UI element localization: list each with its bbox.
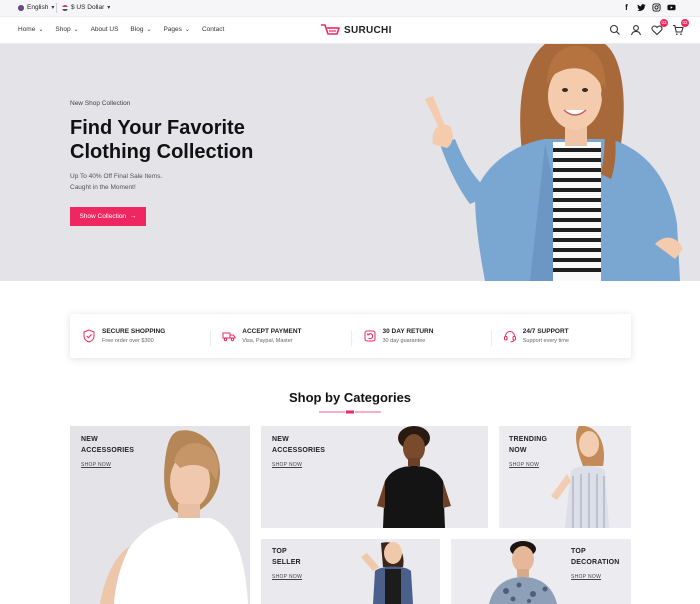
category-card[interactable]: TOP SELLER SHOP NOW bbox=[261, 539, 440, 604]
nav-item-contact[interactable]: Contact bbox=[202, 26, 224, 33]
nav-label: Blog bbox=[130, 26, 144, 33]
feature-subtitle: Support every time bbox=[522, 338, 569, 344]
category-model-image bbox=[100, 430, 248, 604]
logo-icon bbox=[321, 24, 340, 35]
feature-subtitle: 30 day guarantee bbox=[382, 338, 426, 344]
section-title: Shop by Categories bbox=[288, 390, 412, 405]
features-bar: SECURE SHOPPING Free order over $300 ACC… bbox=[70, 314, 631, 358]
category-model-image bbox=[489, 541, 557, 604]
currency-selector[interactable]: $ US Dollar ▾ bbox=[62, 4, 110, 11]
feature-title: 24/7 SUPPORT bbox=[522, 328, 569, 335]
feature-accept-payment: ACCEPT PAYMENT Visa, Paypal, Master bbox=[210, 328, 350, 346]
nav-label: About US bbox=[90, 26, 119, 33]
chevron-down-icon: ▾ bbox=[107, 5, 111, 11]
nav-item-pages[interactable]: Pages ⌄ bbox=[163, 26, 189, 33]
truck-icon bbox=[222, 332, 236, 342]
nav-label: Pages bbox=[163, 26, 182, 33]
divider bbox=[56, 3, 57, 13]
currency-label: $ US Dollar bbox=[71, 4, 105, 11]
hero-model-image bbox=[425, 44, 683, 281]
logo-text: SURUCHI bbox=[344, 24, 392, 36]
facebook-icon[interactable]: f bbox=[622, 3, 631, 12]
category-model-image bbox=[361, 542, 413, 604]
site-logo[interactable]: SURUCHI bbox=[320, 23, 392, 37]
feature-title: SECURE SHOPPING bbox=[102, 328, 166, 335]
chevron-down-icon: ⌄ bbox=[73, 27, 79, 33]
nav-item-about[interactable]: About US bbox=[91, 26, 119, 33]
category-model-image bbox=[551, 426, 609, 528]
hero-subtitle: Up To 40% Off Final Sale Items. Caught i… bbox=[70, 171, 230, 193]
flag-icon bbox=[62, 4, 68, 11]
show-collection-button[interactable]: Show Collection → bbox=[70, 207, 146, 226]
language-selector[interactable]: English ▾ bbox=[18, 4, 54, 11]
hero-subtitle-line: Caught in the Moment! bbox=[70, 184, 136, 191]
category-card[interactable]: NEW ACCESSORIES SHOP NOW bbox=[70, 426, 250, 604]
flag-icon bbox=[18, 4, 24, 11]
main-header: Home ⌄ Shop ⌄ About US Blog ⌄ Pages ⌄ Co… bbox=[0, 17, 700, 44]
feature-secure-shopping: SECURE SHOPPING Free order over $300 bbox=[70, 328, 210, 344]
search-icon[interactable] bbox=[609, 23, 621, 35]
hero-title: Find Your Favorite Clothing Collection bbox=[70, 117, 254, 163]
language-label: English bbox=[27, 4, 49, 11]
wishlist-icon[interactable]: 03 bbox=[651, 19, 668, 36]
hero-banner: New Shop Collection Find Your Favorite C… bbox=[0, 44, 700, 281]
feature-subtitle: Visa, Paypal, Master bbox=[242, 338, 293, 344]
category-card[interactable]: NEW ACCESSORIES SHOP NOW bbox=[261, 426, 488, 528]
nav-item-home[interactable]: Home ⌄ bbox=[18, 26, 43, 33]
social-links: f bbox=[622, 3, 676, 12]
return-icon bbox=[364, 330, 375, 342]
category-card[interactable]: TRENDING NOW SHOP NOW bbox=[499, 426, 631, 528]
chevron-down-icon: ▾ bbox=[51, 5, 55, 11]
wishlist-count-badge: 03 bbox=[660, 19, 668, 27]
header-actions: 03 02 bbox=[609, 19, 689, 36]
nav-label: Shop bbox=[55, 26, 71, 33]
cart-icon[interactable]: 02 bbox=[672, 19, 689, 35]
nav-item-shop[interactable]: Shop ⌄ bbox=[55, 26, 78, 33]
hero-kicker: New Shop Collection bbox=[70, 100, 131, 107]
instagram-icon[interactable] bbox=[652, 3, 661, 12]
chevron-down-icon: ⌄ bbox=[38, 27, 44, 33]
main-nav: Home ⌄ Shop ⌄ About US Blog ⌄ Pages ⌄ Co… bbox=[18, 26, 224, 33]
hero-subtitle-line: Up To 40% Off Final Sale Items. bbox=[70, 173, 163, 180]
nav-label: Contact bbox=[201, 26, 225, 33]
arrow-right-icon: → bbox=[130, 213, 137, 220]
top-bar: English ▾ $ US Dollar ▾ f bbox=[0, 0, 700, 17]
feature-30-day-return: 30 DAY RETURN 30 day guarantee bbox=[350, 328, 491, 346]
feature-support: 24/7 SUPPORT Support every time bbox=[490, 328, 631, 346]
cta-label: Show Collection bbox=[79, 213, 127, 220]
category-model-image bbox=[377, 426, 451, 528]
feature-subtitle: Free order over $300 bbox=[102, 338, 154, 344]
headset-icon bbox=[503, 331, 516, 343]
title-underline-decoration bbox=[319, 410, 381, 414]
nav-item-blog[interactable]: Blog ⌄ bbox=[130, 26, 151, 33]
feature-title: 30 DAY RETURN bbox=[382, 328, 434, 335]
youtube-icon[interactable] bbox=[667, 3, 676, 12]
twitter-icon[interactable] bbox=[637, 3, 646, 12]
chevron-down-icon: ⌄ bbox=[146, 27, 152, 33]
feature-title: ACCEPT PAYMENT bbox=[242, 328, 302, 335]
user-icon[interactable] bbox=[630, 23, 642, 36]
cart-count-badge: 02 bbox=[681, 19, 689, 27]
category-card[interactable]: TOP DECORATION SHOP NOW bbox=[451, 539, 631, 604]
nav-label: Home bbox=[18, 26, 36, 33]
shield-icon bbox=[83, 329, 95, 343]
chevron-down-icon: ⌄ bbox=[184, 27, 190, 33]
